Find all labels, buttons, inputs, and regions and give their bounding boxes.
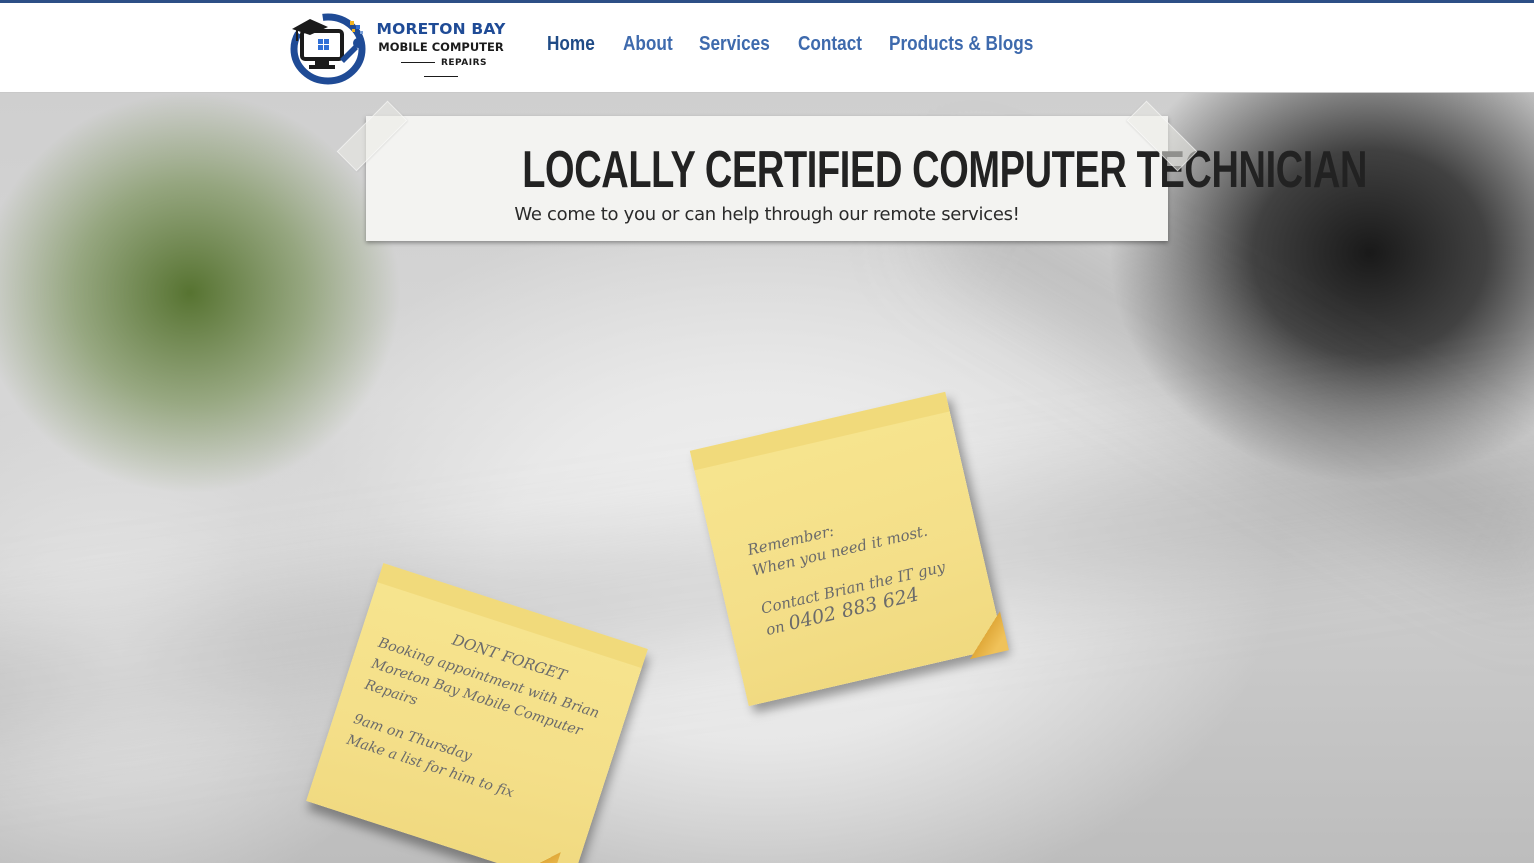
logo-line-1: MORETON BAY bbox=[376, 20, 506, 38]
nav-about[interactable]: About bbox=[623, 33, 685, 56]
hero-subtitle: We come to you or can help through our r… bbox=[514, 204, 1020, 225]
page-curl bbox=[510, 839, 561, 863]
site-logo-link[interactable]: MORETON BAY MOBILE COMPUTER REPAIRS bbox=[288, 11, 508, 85]
note-text: on bbox=[764, 617, 787, 640]
nav-products-blogs[interactable]: Products & Blogs bbox=[889, 33, 1033, 56]
logo-text: MORETON BAY MOBILE COMPUTER REPAIRS bbox=[374, 20, 508, 84]
site-header: MORETON BAY MOBILE COMPUTER REPAIRS Home… bbox=[0, 3, 1534, 93]
nav-home[interactable]: Home bbox=[547, 33, 609, 56]
logo-line-2: MOBILE COMPUTER bbox=[378, 40, 504, 54]
nav-contact[interactable]: Contact bbox=[798, 33, 873, 56]
hero-title: LOCALLY CERTIFIED COMPUTER TECHNICIAN bbox=[522, 141, 1368, 199]
hero-title-card: LOCALLY CERTIFIED COMPUTER TECHNICIAN We… bbox=[366, 116, 1368, 241]
nav-services[interactable]: Services bbox=[699, 33, 781, 56]
main-nav: Home About Services Contact Products & B… bbox=[547, 33, 1043, 56]
monitor-wrench-logo-icon bbox=[290, 13, 366, 85]
logo-line-3: REPAIRS bbox=[374, 56, 508, 84]
